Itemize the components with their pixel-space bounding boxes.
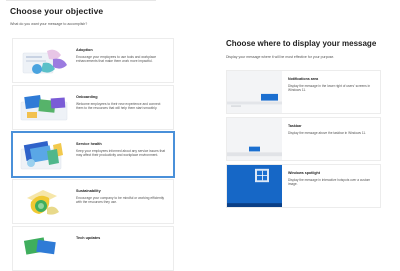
- onboarding-illustration: [20, 94, 68, 121]
- objective-card-sustainability[interactable]: Sustainability Encourage your company to…: [12, 179, 174, 224]
- option-title: Windows spotlight: [288, 171, 320, 175]
- service-health-illustration: [20, 141, 63, 170]
- option-title: Taskbar: [288, 124, 302, 128]
- objective-card-service-health[interactable]: Service health Keep your employees infor…: [12, 132, 174, 177]
- card-description: Encourage your employees to use tools an…: [76, 55, 157, 64]
- card-title: Onboarding: [76, 95, 98, 99]
- option-description: Display the message above the taskbar in…: [288, 131, 367, 135]
- objective-title: Choose your objective: [10, 6, 104, 16]
- objective-card-adoption[interactable]: Adoption Encourage your employees to use…: [12, 38, 174, 83]
- objective-panel: Choose your objective What do you want y…: [0, 0, 200, 271]
- sustainability-illustration: [27, 190, 59, 215]
- option-description: Display the message in interactive hotsp…: [288, 178, 371, 187]
- card-title: Sustainability: [76, 189, 101, 193]
- divider: [6, 0, 156, 1]
- windows-spotlight-thumbnail: [227, 165, 282, 207]
- option-title: Notifications area: [288, 77, 319, 81]
- option-description: Display the message in the lower right o…: [288, 84, 371, 93]
- display-option-taskbar[interactable]: Taskbar Display the message above the ta…: [226, 117, 381, 161]
- objective-card-onboarding[interactable]: Onboarding Welcome employees to their ne…: [12, 85, 174, 130]
- display-option-notifications-area[interactable]: Notifications area Display the message i…: [226, 70, 381, 114]
- card-title: Service health: [76, 142, 102, 146]
- display-title: Choose where to display your message: [226, 39, 377, 48]
- card-title: Tech updates: [76, 236, 101, 240]
- display-option-windows-spotlight[interactable]: Windows spotlight Display the message in…: [226, 164, 381, 208]
- adoption-illustration: [22, 49, 67, 74]
- display-subtitle: Display your message where it will be mo…: [226, 55, 335, 59]
- card-description: Keep your employees informed about any s…: [76, 149, 166, 158]
- notifications-area-thumbnail: [227, 71, 282, 113]
- taskbar-thumbnail: [227, 118, 282, 160]
- card-description: Welcome employees to their new experienc…: [76, 102, 161, 111]
- card-title: Adoption: [76, 48, 93, 52]
- tech-updates-illustration: [23, 237, 56, 255]
- card-description: Encourage your company to be mindful or …: [76, 196, 165, 205]
- objective-subtitle: What do you want your message to accompl…: [10, 22, 88, 26]
